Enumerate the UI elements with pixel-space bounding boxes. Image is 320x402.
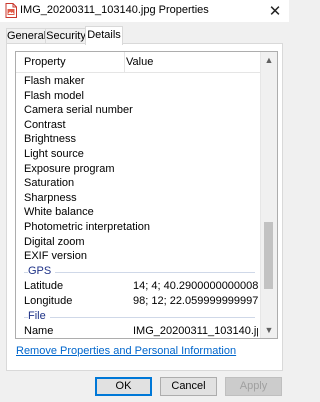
- property-name: Sharpness: [24, 191, 77, 204]
- property-name: Latitude: [24, 280, 64, 293]
- list-row-photometric-interpretation[interactable]: Photometric interpretation: [16, 220, 261, 235]
- scroll-up-button[interactable]: ▲: [261, 52, 277, 68]
- group-divider: [24, 271, 255, 273]
- property-name: Flash maker: [24, 75, 85, 87]
- tab-general[interactable]: General: [6, 28, 46, 44]
- property-name: Photometric interpretation: [24, 220, 150, 233]
- property-name: Contrast: [24, 118, 66, 131]
- list-row-flash-maker[interactable]: Flash maker: [16, 74, 261, 89]
- property-name: Brightness: [24, 133, 76, 146]
- vertical-scrollbar[interactable]: ▲ ▼: [260, 52, 277, 338]
- chevron-down-icon: ▼: [264, 325, 274, 335]
- cancel-button[interactable]: Cancel: [160, 377, 217, 396]
- group-header-gps: GPS: [16, 263, 261, 280]
- tab-security[interactable]: Security: [45, 28, 87, 44]
- property-value: 14; 4; 40.29000000000085...: [133, 280, 258, 293]
- list-row-saturation[interactable]: Saturation: [16, 176, 261, 191]
- property-value: 98; 12; 22.0599999999976...: [133, 294, 258, 307]
- tab-general-label: General: [7, 30, 47, 42]
- list-row-longitude[interactable]: Longitude 98; 12; 22.0599999999976...: [16, 294, 261, 309]
- property-name: Digital zoom: [24, 235, 85, 248]
- group-divider: [24, 316, 255, 318]
- list-row-camera-serial-number[interactable]: Camera serial number: [16, 103, 261, 118]
- list-row-sharpness[interactable]: Sharpness: [16, 191, 261, 206]
- close-button[interactable]: ✕: [261, 0, 289, 22]
- list-rows: Flash maker Flash model Camera serial nu…: [16, 74, 261, 338]
- property-name: Flash model: [24, 89, 84, 102]
- tab-details[interactable]: Details: [85, 26, 123, 45]
- list-header: Property Value: [16, 52, 261, 73]
- group-header-file-label: File: [28, 308, 50, 325]
- property-name: Exposure program: [24, 162, 115, 175]
- close-icon: ✕: [268, 3, 282, 20]
- list-row-light-source[interactable]: Light source: [16, 147, 261, 162]
- list-row-name[interactable]: Name IMG_20200311_103140.jpg: [16, 324, 261, 338]
- properties-dialog: IMG_20200311_103140.jpg Properties ✕ Gen…: [0, 0, 289, 402]
- list-row-exposure-program[interactable]: Exposure program: [16, 162, 261, 177]
- apply-button[interactable]: Apply: [225, 377, 282, 396]
- column-header-property-label: Property: [24, 56, 66, 68]
- list-row-exif-version[interactable]: EXIF version: [16, 249, 261, 264]
- title-bar[interactable]: IMG_20200311_103140.jpg Properties ✕: [0, 0, 289, 22]
- image-file-icon: [5, 3, 17, 18]
- property-name: Name: [24, 325, 54, 338]
- chevron-up-icon: ▲: [264, 55, 274, 65]
- property-name: White balance: [24, 206, 94, 219]
- ok-button[interactable]: OK: [95, 377, 152, 396]
- list-row-digital-zoom[interactable]: Digital zoom: [16, 235, 261, 250]
- details-list[interactable]: Property Value Flash maker Flash model C…: [15, 51, 278, 339]
- tab-security-label: Security: [46, 30, 86, 42]
- column-header-property[interactable]: Property: [16, 52, 125, 72]
- property-name: Longitude: [24, 294, 73, 307]
- list-row-flash-model[interactable]: Flash model: [16, 89, 261, 104]
- group-header-gps-label: GPS: [28, 263, 56, 280]
- property-value: IMG_20200311_103140.jpg: [133, 325, 258, 338]
- details-panel: Property Value Flash maker Flash model C…: [6, 43, 283, 371]
- group-header-file: File: [16, 308, 261, 325]
- property-name: EXIF version: [24, 250, 87, 263]
- scroll-down-button[interactable]: ▼: [261, 322, 277, 338]
- list-row-brightness[interactable]: Brightness: [16, 132, 261, 147]
- list-row-white-balance[interactable]: White balance: [16, 205, 261, 220]
- scrollbar-thumb[interactable]: [264, 222, 273, 289]
- list-row-contrast[interactable]: Contrast: [16, 118, 261, 133]
- property-name: Saturation: [24, 177, 75, 190]
- list-row-latitude[interactable]: Latitude 14; 4; 40.29000000000085...: [16, 279, 261, 294]
- property-name: Light source: [24, 147, 84, 160]
- remove-properties-link[interactable]: Remove Properties and Personal Informati…: [16, 345, 236, 357]
- column-header-value[interactable]: Value: [126, 52, 153, 72]
- window-title: IMG_20200311_103140.jpg Properties: [20, 4, 209, 16]
- column-header-value-label: Value: [126, 56, 154, 68]
- tab-details-label: Details: [87, 29, 121, 41]
- property-name: Camera serial number: [24, 104, 133, 117]
